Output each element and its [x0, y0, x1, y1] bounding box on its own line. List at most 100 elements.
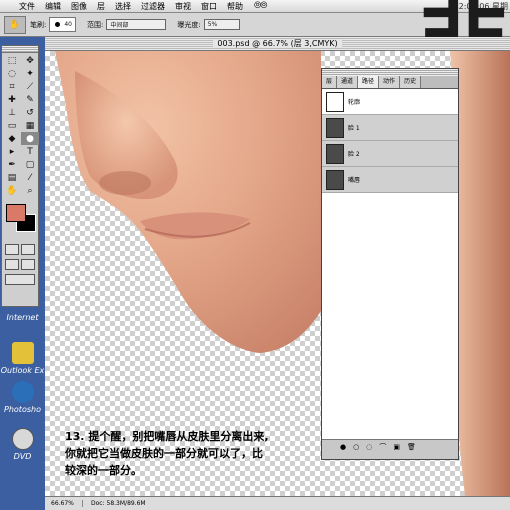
stamp-tool-icon[interactable]: ⊥ [3, 106, 21, 119]
gradient-tool-icon[interactable]: ▦ [21, 119, 39, 132]
status-bar: 66.67% Doc: 58.3M/89.6M [45, 496, 510, 510]
menu-select[interactable]: 选择 [110, 1, 136, 12]
doc-size: Doc: 58.3M/89.6M [91, 500, 146, 507]
menu-filter[interactable]: 过滤器 [136, 1, 170, 12]
zoom-level[interactable]: 66.67% [45, 500, 83, 507]
toolbox: ⬚ ✥ ◌ ✦ ⌗ ⟋ ✚ ✎ ⊥ ↺ ▭ ▦ ◆ ● ▸ T ✒ ▢ ▤ ⁄ … [1, 45, 39, 307]
desktop-label-internet: Internet [6, 313, 39, 322]
stroke-path-icon[interactable]: ○ [353, 443, 359, 451]
jump-row [2, 272, 38, 287]
document-titlebar[interactable]: 003.psd @ 66.7% (层 3,CMYK) [45, 37, 510, 51]
tab-channels[interactable]: 通道 [337, 76, 359, 88]
exposure-label: 曝光度: [177, 20, 201, 29]
tutorial-caption: 13. 提个醒，别把嘴唇从皮肤里分离出来, 你就把它当做皮肤的一部分就可以了，比… [65, 428, 305, 479]
slice-tool-icon[interactable]: ⟋ [21, 80, 39, 93]
exposure-field[interactable]: 5% [203, 19, 240, 30]
menu-edit[interactable]: 编辑 [40, 1, 66, 12]
outlook-icon [11, 342, 34, 364]
tool-preset-icon[interactable]: ✋ [4, 15, 26, 34]
menu-help[interactable]: 帮助 [222, 1, 248, 12]
path-label: 轮廓 [348, 99, 361, 106]
caption-line-2: 你就把它当做皮肤的一部分就可以了，比 [65, 447, 263, 460]
path-row[interactable]: 脸 2 [322, 141, 458, 167]
desktop-item-internet[interactable]: Internet [0, 313, 45, 322]
brush-tool-icon[interactable]: ✎ [21, 93, 39, 106]
eyes-icon: ⦾⦾ [254, 1, 267, 11]
brush-label: 笔刷: [30, 20, 47, 29]
dodge-tool-icon[interactable]: ● [21, 132, 39, 145]
path-row[interactable]: 脸 1 [322, 115, 458, 141]
hand-tool-icon[interactable]: ✋ [3, 184, 21, 197]
tab-paths[interactable]: 路径 [358, 76, 380, 88]
desktop-item-outlook[interactable]: Outlook Ex [0, 342, 45, 375]
path-thumbnail [326, 143, 344, 164]
range-label: 范围: [87, 20, 104, 29]
eraser-tool-icon[interactable]: ▭ [3, 119, 21, 132]
type-tool-icon[interactable]: T [21, 145, 39, 158]
range-select[interactable]: 中间部 [106, 19, 167, 30]
menu-layer[interactable]: 层 [92, 1, 110, 12]
tab-layers[interactable]: 层 [322, 76, 338, 88]
standard-mode-icon[interactable] [5, 244, 19, 255]
desktop-item-photoshop[interactable]: Photosho [0, 381, 45, 414]
tab-history[interactable]: 历史 [400, 76, 422, 88]
palette-footer: ● ○ ◌ ⌒ ▣ 🗑 [322, 439, 458, 453]
quickmask-mode-icon[interactable] [21, 244, 35, 255]
path-thumbnail [326, 91, 344, 112]
path-row[interactable]: 嘴唇 [322, 167, 458, 193]
menu-file[interactable]: 文件 [14, 1, 40, 12]
desktop-label-outlook: Outlook Ex [0, 366, 45, 375]
tab-actions[interactable]: 动作 [379, 76, 401, 88]
fill-path-icon[interactable]: ● [340, 443, 346, 451]
blur-tool-icon[interactable]: ◆ [3, 132, 21, 145]
healing-tool-icon[interactable]: ✚ [3, 93, 21, 106]
path-thumbnail [326, 117, 344, 138]
pen-tool-icon[interactable]: ✒ [3, 158, 21, 171]
jump-to-imageready-icon[interactable] [5, 274, 35, 285]
caption-line-3: 较深的一部分。 [65, 464, 142, 477]
menu-window[interactable]: 窗口 [196, 1, 222, 12]
mask-mode-row [2, 242, 38, 257]
toolbox-handle[interactable] [2, 46, 38, 53]
paths-list: 轮廓 脸 1 脸 2 嘴唇 [322, 89, 458, 439]
brush-size: 40 [64, 21, 72, 28]
crop-tool-icon[interactable]: ⌗ [3, 80, 21, 93]
path-label: 脸 2 [348, 151, 360, 158]
marquee-tool-icon[interactable]: ⬚ [3, 54, 21, 67]
foreground-color-swatch[interactable] [6, 204, 26, 222]
desktop-label-photoshop: Photosho [4, 405, 41, 414]
path-thumbnail [326, 169, 344, 190]
brush-picker[interactable]: 40 [49, 17, 76, 32]
shape-tool-icon[interactable]: ▢ [21, 158, 39, 171]
screen-mode-row [2, 257, 38, 272]
new-path-icon[interactable]: ▣ [393, 443, 400, 451]
palette-handle[interactable] [322, 69, 458, 76]
photoshop-icon [11, 381, 34, 403]
delete-path-icon[interactable]: 🗑 [407, 443, 416, 451]
screen-mode-1-icon[interactable] [5, 259, 19, 270]
eyedropper-tool-icon[interactable]: ⁄ [21, 171, 39, 184]
path-label: 脸 1 [348, 125, 360, 132]
history-brush-tool-icon[interactable]: ↺ [21, 106, 39, 119]
path-row[interactable]: 轮廓 [322, 89, 458, 115]
screen-mode-2-icon[interactable] [21, 259, 35, 270]
move-tool-icon[interactable]: ✥ [21, 54, 39, 67]
zoom-tool-icon[interactable]: ⌕ [21, 184, 39, 197]
lasso-tool-icon[interactable]: ◌ [3, 67, 21, 80]
notes-tool-icon[interactable]: ▤ [3, 171, 21, 184]
path-select-tool-icon[interactable]: ▸ [3, 145, 21, 158]
document-title: 003.psd @ 66.7% (层 3,CMYK) [213, 39, 342, 48]
desktop-item-dvd[interactable]: DVD [0, 428, 45, 461]
make-workpath-icon[interactable]: ⌒ [379, 442, 386, 452]
tool-grid: ⬚ ✥ ◌ ✦ ⌗ ⟋ ✚ ✎ ⊥ ↺ ▭ ▦ ◆ ● ▸ T ✒ ▢ ▤ ⁄ … [2, 53, 39, 198]
dvd-icon [11, 428, 34, 450]
desktop-label-dvd: DVD [13, 452, 32, 461]
magic-wand-tool-icon[interactable]: ✦ [21, 67, 39, 80]
menu-image[interactable]: 图像 [66, 1, 92, 12]
color-swatches [2, 202, 38, 242]
menu-view[interactable]: 审视 [170, 1, 196, 12]
brush-dot-icon [55, 22, 61, 27]
paths-palette: 层 通道 路径 动作 历史 轮廓 脸 1 脸 2 嘴唇 ● ○ ◌ ⌒ ▣ 🗑 [321, 68, 459, 460]
path-label: 嘴唇 [348, 177, 361, 184]
load-selection-icon[interactable]: ◌ [366, 443, 372, 451]
